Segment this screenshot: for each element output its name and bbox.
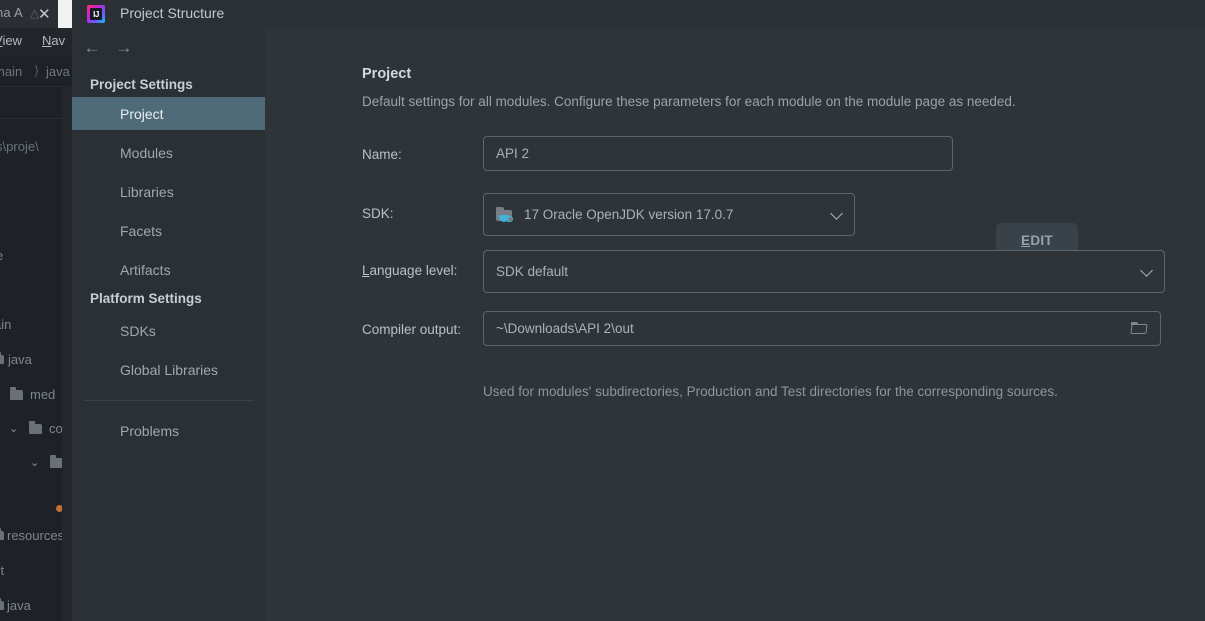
sidebar-item-global-libraries[interactable]: Global Libraries (72, 353, 265, 386)
sidebar-item-problems[interactable]: Problems (72, 414, 265, 447)
dialog-main-panel: Project Default settings for all modules… (265, 28, 1205, 621)
folder-icon (0, 352, 4, 364)
sidebar-item-label: Global Libraries (120, 361, 219, 378)
compiler-output-input[interactable]: ~\Downloads\API 2\out (483, 311, 1161, 346)
language-level-combobox[interactable]: SDK default (483, 250, 1165, 293)
compiler-output-label: Compiler output: (362, 322, 462, 337)
tool-window-strip (62, 86, 72, 621)
folder-icon (29, 421, 42, 434)
project-structure-dialog: IJ Project Structure ← → Project Setting… (72, 0, 1205, 621)
compiler-output-hint: Used for modules' subdirectories, Produc… (483, 384, 1058, 399)
tree-item-label: e (0, 248, 3, 263)
sidebar-item-artifacts[interactable]: Artifacts (72, 253, 265, 286)
sidebar-item-sdks[interactable]: SDKs (72, 314, 265, 347)
jdk-folder-icon (496, 206, 514, 223)
tree-item-label: st (0, 563, 5, 578)
editor-tab-adjacent[interactable] (58, 0, 72, 28)
sidebar-item-libraries[interactable]: Libraries (72, 175, 265, 208)
folder-icon (10, 387, 23, 400)
name-input-value: API 2 (496, 146, 530, 161)
editor-tab-label[interactable]: na A (0, 5, 23, 20)
sidebar-divider (84, 400, 254, 401)
tree-item-label: java (7, 598, 31, 613)
dialog-sidebar: ← → Project Settings Project Modules Lib… (72, 28, 265, 621)
intellij-idea-logo-text: IJ (90, 8, 102, 20)
sidebar-item-label: Project (120, 105, 164, 122)
tree-item-label: ain (0, 317, 12, 332)
sidebar-item-facets[interactable]: Facets (72, 214, 265, 247)
sidebar-item-label: Libraries (120, 183, 174, 200)
chevron-down-icon[interactable] (1140, 263, 1153, 277)
sidebar-item-label: SDKs (120, 322, 156, 339)
sidebar-nav-bar: ← → (72, 28, 265, 68)
tree-item-label: med (30, 387, 56, 402)
page-title: Project (362, 66, 412, 82)
chevron-down-icon[interactable]: ⌄ (9, 422, 18, 435)
project-path-label: sers\proje\ (0, 139, 39, 154)
breadcrumb-item-java[interactable]: java (46, 64, 70, 79)
sidebar-item-label: Artifacts (120, 261, 171, 278)
menu-item-view[interactable]: View (0, 33, 22, 48)
breadcrumb-separator-icon: ⟩ (34, 63, 40, 78)
folder-icon (0, 528, 4, 540)
arrow-left-icon[interactable]: ← (80, 36, 104, 60)
arrow-right-icon[interactable]: → (112, 36, 136, 60)
folder-icon (0, 598, 4, 610)
tree-item-label: resources (7, 528, 65, 543)
name-label: Name: (362, 147, 402, 162)
compiler-output-value: ~\Downloads\API 2\out (496, 321, 634, 336)
sidebar-item-modules[interactable]: Modules (72, 136, 265, 169)
folder-browse-icon[interactable] (1130, 321, 1148, 336)
menu-item-navigate[interactable]: Nav (42, 33, 65, 48)
sidebar-item-label: Problems (120, 422, 180, 439)
sidebar-group-platform-settings: Platform Settings (90, 291, 202, 306)
intellij-idea-logo-icon: IJ (87, 5, 105, 23)
breadcrumb-item-main[interactable]: main (0, 64, 22, 79)
chevron-down-icon[interactable] (830, 206, 843, 220)
sidebar-group-project-settings: Project Settings (90, 77, 193, 92)
sidebar-item-label: Facets (120, 222, 163, 239)
close-icon[interactable]: ✕ (38, 5, 51, 23)
dialog-title: Project Structure (120, 5, 225, 21)
editor-tab-bar: na A △ ✕ (0, 0, 72, 28)
language-level-value: SDK default (496, 264, 569, 279)
menu-bar: View Nav (0, 28, 72, 56)
page-description: Default settings for all modules. Config… (362, 94, 1016, 109)
sdk-label: SDK: (362, 206, 394, 221)
sdk-combobox[interactable]: 17 Oracle OpenJDK version 17.0.7 (483, 193, 855, 236)
sidebar-item-project[interactable]: Project (72, 97, 265, 130)
language-level-label: Language level: (362, 263, 458, 278)
chevron-down-icon[interactable]: ⌄ (30, 456, 39, 469)
dialog-title-bar: IJ Project Structure (72, 0, 1205, 28)
sdk-combobox-value: 17 Oracle OpenJDK version 17.0.7 (524, 207, 734, 222)
tree-item-label: java (8, 352, 32, 367)
name-input[interactable]: API 2 (483, 136, 953, 171)
sidebar-item-label: Modules (120, 144, 173, 161)
breadcrumb: main ⟩ java (0, 62, 72, 86)
